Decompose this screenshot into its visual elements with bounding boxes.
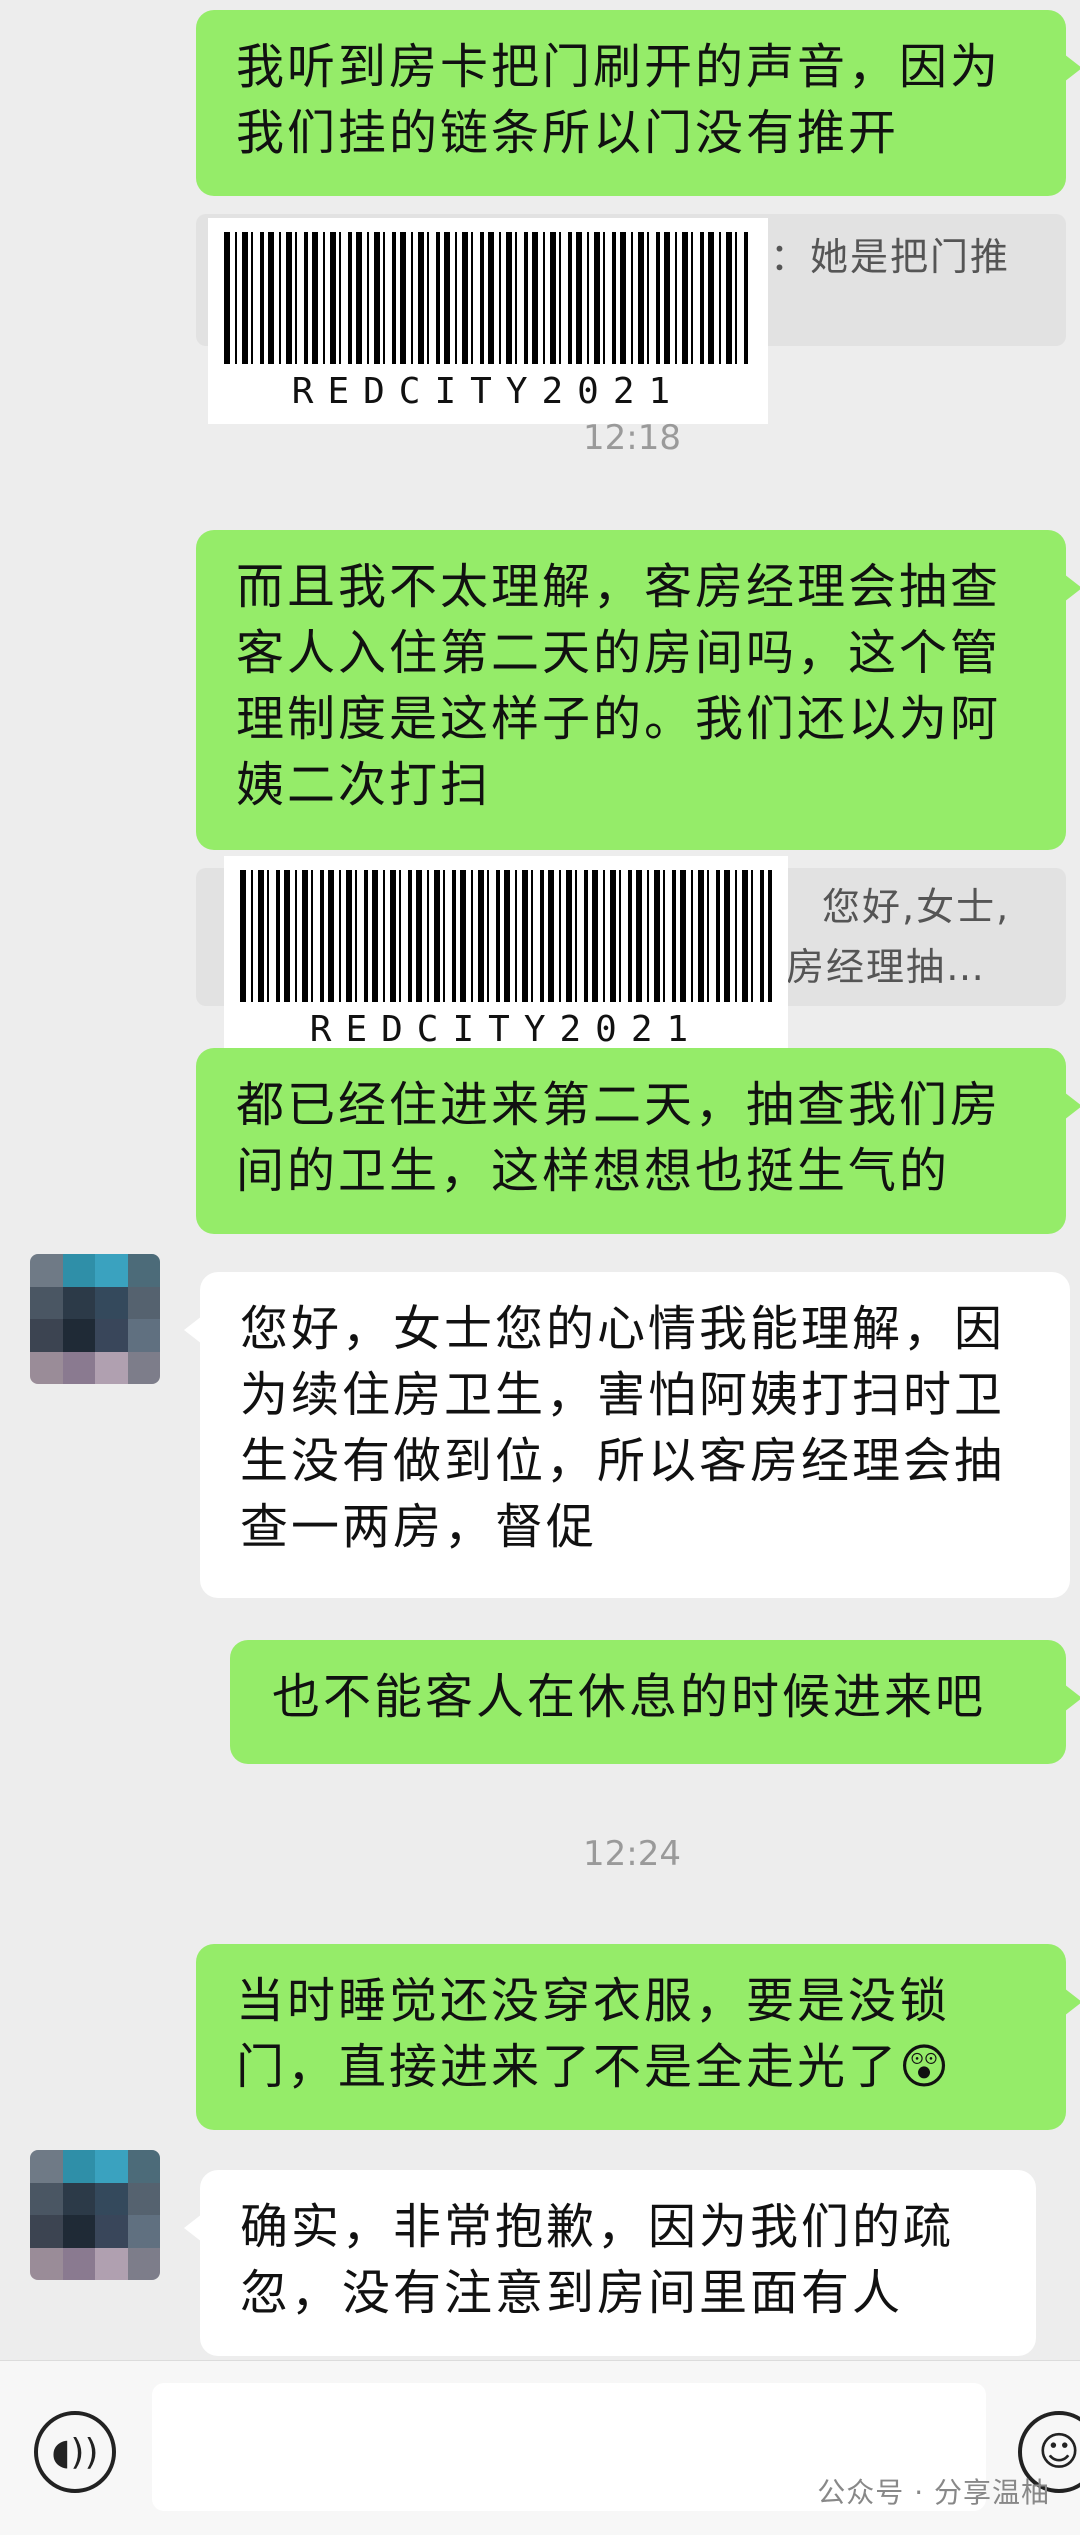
- timestamp: 12:24: [583, 1834, 681, 1874]
- quote-text: ：她是把门推: [770, 235, 1011, 279]
- sent-message-bubble[interactable]: 我听到房卡把门刷开的声音，因为我们挂的链条所以门没有推开: [196, 10, 1080, 196]
- quote-text: 房经理抽…: [786, 945, 987, 989]
- message-text: 而且我不太理解，客房经理会抽查客人入住第二天的房间吗，这个管理制度是这样子的。我…: [236, 559, 1002, 813]
- message-text: 我听到房卡把门刷开的声音，因为我们挂的链条所以门没有推开: [236, 39, 1002, 161]
- contact-avatar[interactable]: [30, 2150, 160, 2280]
- message-text: 也不能客人在休息的时候进来吧: [272, 1669, 987, 1725]
- input-bar: ◖)) ☺ 公众号 · 分享温柚: [0, 2360, 1080, 2535]
- contact-avatar[interactable]: [30, 1254, 160, 1384]
- barcode-watermark: REDCITY2021: [224, 856, 788, 1062]
- received-message-bubble[interactable]: 确实，非常抱歉，因为我们的疏忽，没有注意到房间里面有人: [184, 2170, 1036, 2356]
- sent-message-bubble[interactable]: 也不能客人在休息的时候进来吧: [230, 1640, 1080, 1764]
- message-text: 都已经住进来第二天，抽查我们房间的卫生，这样想想也挺生气的: [236, 1077, 1002, 1199]
- watermark-text: 公众号 · 分享温柚: [817, 2476, 1050, 2509]
- sent-message-bubble[interactable]: 而且我不太理解，客房经理会抽查客人入住第二天的房间吗，这个管理制度是这样子的。我…: [196, 530, 1080, 850]
- message-text: 当时睡觉还没穿衣服，要是没锁门，直接进来了不是全走光了: [236, 1973, 951, 2095]
- timestamp: 12:18: [583, 418, 681, 458]
- surprised-face-icon: 😲: [899, 2039, 953, 2095]
- voice-icon[interactable]: ◖)): [34, 2411, 116, 2493]
- message-text: 确实，非常抱歉，因为我们的疏忽，没有注意到房间里面有人: [240, 2199, 955, 2321]
- message-text: 您好，女士您的心情我能理解，因为续住房卫生，害怕阿姨打扫时卫生没有做到位，所以客…: [240, 1301, 1006, 1555]
- received-message-bubble[interactable]: 您好，女士您的心情我能理解，因为续住房卫生，害怕阿姨打扫时卫生没有做到位，所以客…: [184, 1272, 1070, 1598]
- quote-text: 您好,女士,: [822, 885, 1011, 929]
- barcode-watermark: REDCITY2021: [208, 218, 768, 424]
- barcode-text: REDCITY2021: [291, 371, 685, 412]
- sent-message-bubble[interactable]: 都已经住进来第二天，抽查我们房间的卫生，这样想想也挺生气的: [196, 1048, 1080, 1234]
- sent-message-bubble[interactable]: 当时睡觉还没穿衣服，要是没锁门，直接进来了不是全走光了😲: [196, 1944, 1080, 2130]
- barcode-text: REDCITY2021: [309, 1009, 703, 1050]
